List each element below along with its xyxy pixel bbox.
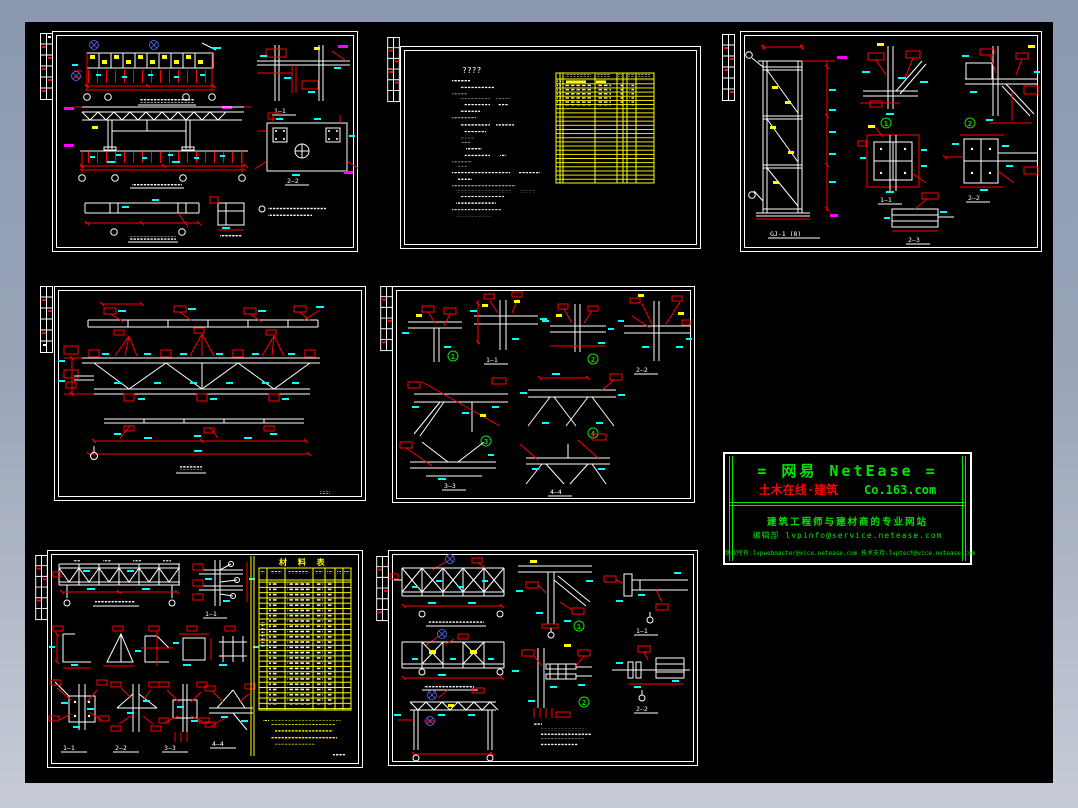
portal-name-red: 土木在线·建筑 — [758, 483, 838, 497]
cad-sheet-roof-truss — [54, 286, 366, 501]
cad-sheet-notes-schedule: ???? — [400, 46, 701, 249]
detail-number: 1 — [884, 120, 888, 128]
copyright-line: 版权所有:lvpwebmaster@vice.netease.com 技术支持:… — [725, 550, 976, 557]
section-label: 3—3 — [164, 744, 176, 752]
sheet5-drawing: 1 1—1 2 2—2 3 4 3—3 4—4 — [392, 286, 695, 503]
section-label: 1—1 — [205, 610, 217, 618]
sheet7-drawing: 1—1 1—1 2—2 3—3 4—4 材 料 表 — [47, 550, 363, 768]
drawing-canvas: 1—1 2—2 ???? GJ-1 (8) 1 2 1—1 2—2 2—3 1 … — [25, 22, 1053, 783]
netease-title-block: = 网易 NetEase = 土木在线·建筑 Co.163.com 建筑工程师与建… — [723, 452, 976, 565]
cad-sheet-material-table: 1—1 1—1 2—2 3—3 4—4 材 料 表 — [47, 550, 363, 768]
sheet-edge-strip — [40, 286, 53, 353]
portal-url-green: Co.163.com — [863, 483, 937, 497]
drawing-title: GJ-1 (8) — [770, 230, 801, 238]
sheet1-drawing: 1—1 2—2 — [52, 31, 358, 252]
section-label: 3—3 — [444, 482, 456, 490]
detail-number: 2 — [582, 699, 586, 707]
cad-sheet-column-gj1: GJ-1 (8) 1 2 1—1 2—2 2—3 — [740, 31, 1042, 252]
section-label: 4—4 — [550, 488, 562, 496]
slogan-line: 建筑工程师与建材商的专业网站 — [766, 517, 928, 528]
sheet3-drawing: GJ-1 (8) 1 2 1—1 2—2 2—3 — [740, 31, 1042, 252]
sheet4-drawing — [54, 286, 366, 501]
section-label: 2—2 — [287, 177, 299, 185]
detail-number: 1 — [451, 353, 455, 361]
detail-number: 2 — [968, 120, 972, 128]
material-table-title: 材 料 表 — [279, 557, 328, 567]
cad-sheet-joint-details: 1 1—1 2 2—2 3 4 3—3 4—4 — [392, 286, 695, 503]
section-label: 2—2 — [636, 705, 648, 713]
sheet2-drawing: ???? — [400, 46, 701, 249]
sheet8-drawing: 1 2 1—1 2—2 — [388, 550, 698, 766]
sheet-edge-strip — [387, 37, 400, 103]
notes-title: ???? — [462, 66, 481, 75]
sheet-edge-strip — [722, 34, 735, 101]
section-label: 4—4 — [212, 740, 224, 748]
section-label: 1—1 — [63, 744, 75, 752]
section-label: 2—2 — [636, 366, 648, 374]
portal-line: 土木在线·建筑 Co.163.com — [725, 481, 970, 498]
title-block-separator — [729, 505, 966, 506]
section-label: 2—3 — [908, 236, 920, 244]
section-label: 1—1 — [636, 627, 648, 635]
cad-sheet-crane-beam: 1—1 2—2 — [52, 31, 358, 252]
section-label: 2—2 — [115, 744, 127, 752]
detail-number: 3 — [484, 438, 488, 446]
cad-viewer-stage: 1—1 2—2 ???? GJ-1 (8) 1 2 1—1 2—2 2—3 1 … — [0, 0, 1078, 808]
section-label: 1—1 — [880, 196, 892, 204]
editor-line: 编辑部 lvpinfo@service.netease.com — [752, 531, 943, 540]
detail-number: 2 — [591, 356, 595, 364]
netease-brand: = 网易 NetEase = — [757, 462, 938, 480]
title-block-separator — [729, 502, 966, 503]
detail-number: 1 — [577, 623, 581, 631]
section-label: 1—1 — [486, 356, 498, 364]
section-label: 2—2 — [968, 194, 980, 202]
cad-sheet-bracing: 1 2 1—1 2—2 — [388, 550, 698, 766]
